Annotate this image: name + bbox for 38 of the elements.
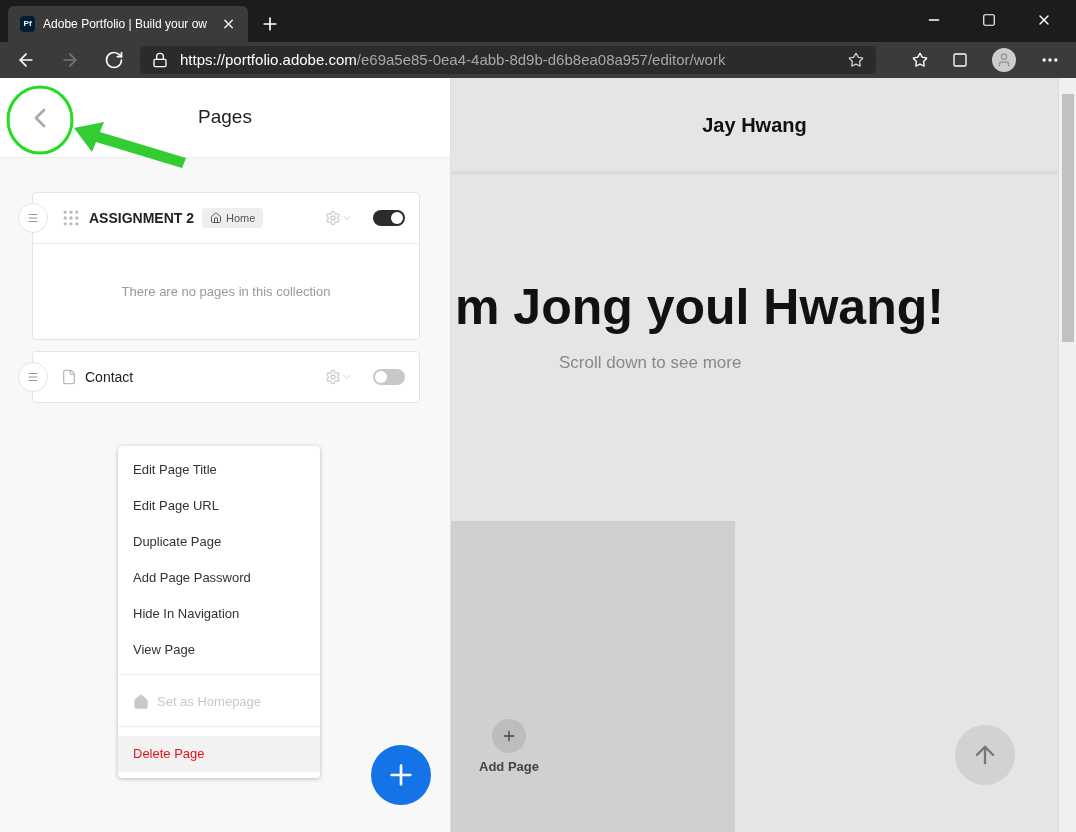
menu-item[interactable]: Edit Page URL xyxy=(118,488,320,524)
home-icon xyxy=(133,694,149,710)
favorites-list-icon[interactable] xyxy=(912,52,928,68)
add-page-button[interactable]: Add Page xyxy=(479,719,539,777)
plus-icon xyxy=(501,728,517,744)
favicon: Pf xyxy=(20,16,36,32)
empty-message: There are no pages in this collection xyxy=(121,282,331,301)
toggle-switch[interactable] xyxy=(373,210,405,226)
browser-tab[interactable]: Pf Adobe Portfolio | Build your ow xyxy=(8,6,248,42)
page-icon xyxy=(61,367,77,387)
tab-title: Adobe Portfolio | Build your ow xyxy=(43,16,208,33)
headline: m Jong youl Hwang! xyxy=(455,282,945,332)
page-name[interactable]: Contact xyxy=(85,366,134,388)
menu-item[interactable]: Edit Page Title xyxy=(118,452,320,488)
toggle-switch[interactable] xyxy=(373,369,405,385)
page-name[interactable]: ASSIGNMENT 2 xyxy=(89,207,194,229)
add-button[interactable] xyxy=(371,745,431,805)
annotation-circle xyxy=(6,85,74,155)
menu-item[interactable]: Delete Page xyxy=(118,736,320,772)
panel-title: Pages xyxy=(198,105,252,130)
scrollbar[interactable] xyxy=(1058,78,1076,832)
menu-item[interactable]: Hide In Navigation xyxy=(118,596,320,632)
url-text: https://portfolio.adobe.com/e69a5e85-0ea4-4abb-8d9b-d6b8ea08a957/editor/work xyxy=(180,49,727,70)
drag-handle[interactable] xyxy=(18,203,48,233)
profile-avatar[interactable] xyxy=(992,48,1016,72)
menu-item[interactable]: Duplicate Page xyxy=(118,524,320,560)
lock-icon xyxy=(152,52,168,68)
refresh-icon[interactable] xyxy=(104,50,124,70)
favorite-star-icon[interactable] xyxy=(848,52,864,68)
subtitle: Scroll down to see more xyxy=(558,352,743,374)
maximize-icon[interactable] xyxy=(982,13,996,27)
grid-icon xyxy=(61,208,81,228)
drag-handle[interactable] xyxy=(18,362,48,392)
menu-item[interactable]: View Page xyxy=(118,632,320,668)
home-badge: Home xyxy=(202,207,264,229)
menu-item[interactable]: Add Page Password xyxy=(118,560,320,596)
site-title: Jay Hwang xyxy=(701,112,807,138)
address-field[interactable]: https://portfolio.adobe.com/e69a5e85-0ea4-4abb-8d9b-d6b8ea08a957/editor/work xyxy=(140,46,876,74)
